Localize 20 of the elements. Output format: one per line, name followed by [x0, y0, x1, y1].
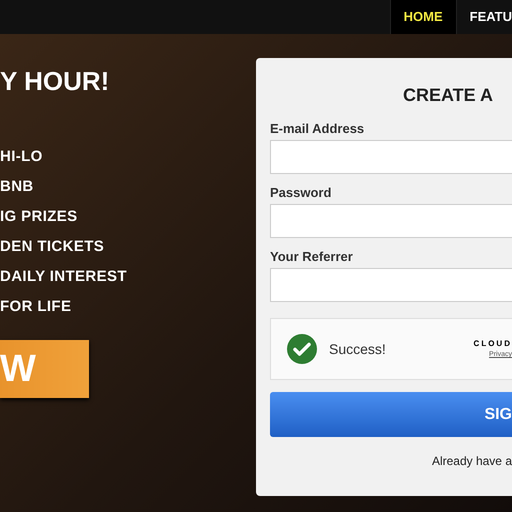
nav-link[interactable]: HOME	[390, 0, 457, 34]
nav-link[interactable]: FEATU	[456, 0, 512, 34]
captcha-brand: CLOUD	[474, 340, 512, 348]
captcha-status: Success!	[329, 340, 386, 358]
login-prompt: Already have a	[430, 453, 512, 470]
feature-item: FOR LIFE	[0, 298, 72, 316]
feature-item: DEN TICKETS	[0, 238, 106, 256]
form-title: CREATE A	[402, 86, 494, 104]
input-field[interactable]	[270, 268, 512, 302]
field-label: Password	[270, 186, 332, 199]
field-label: Your Referrer	[270, 250, 354, 263]
feature-item: DAILY INTEREST	[0, 268, 128, 286]
feature-item: BNB	[0, 178, 35, 196]
input-field[interactable]	[270, 140, 512, 174]
sign-up-button[interactable]: SIG	[270, 392, 512, 437]
input-field[interactable]	[270, 204, 512, 238]
hero-heading: Y HOUR!	[0, 68, 110, 94]
feature-item: IG PRIZES	[0, 208, 79, 226]
field-label: E-mail Address	[270, 122, 366, 135]
feature-item: HI-LO	[0, 148, 44, 166]
